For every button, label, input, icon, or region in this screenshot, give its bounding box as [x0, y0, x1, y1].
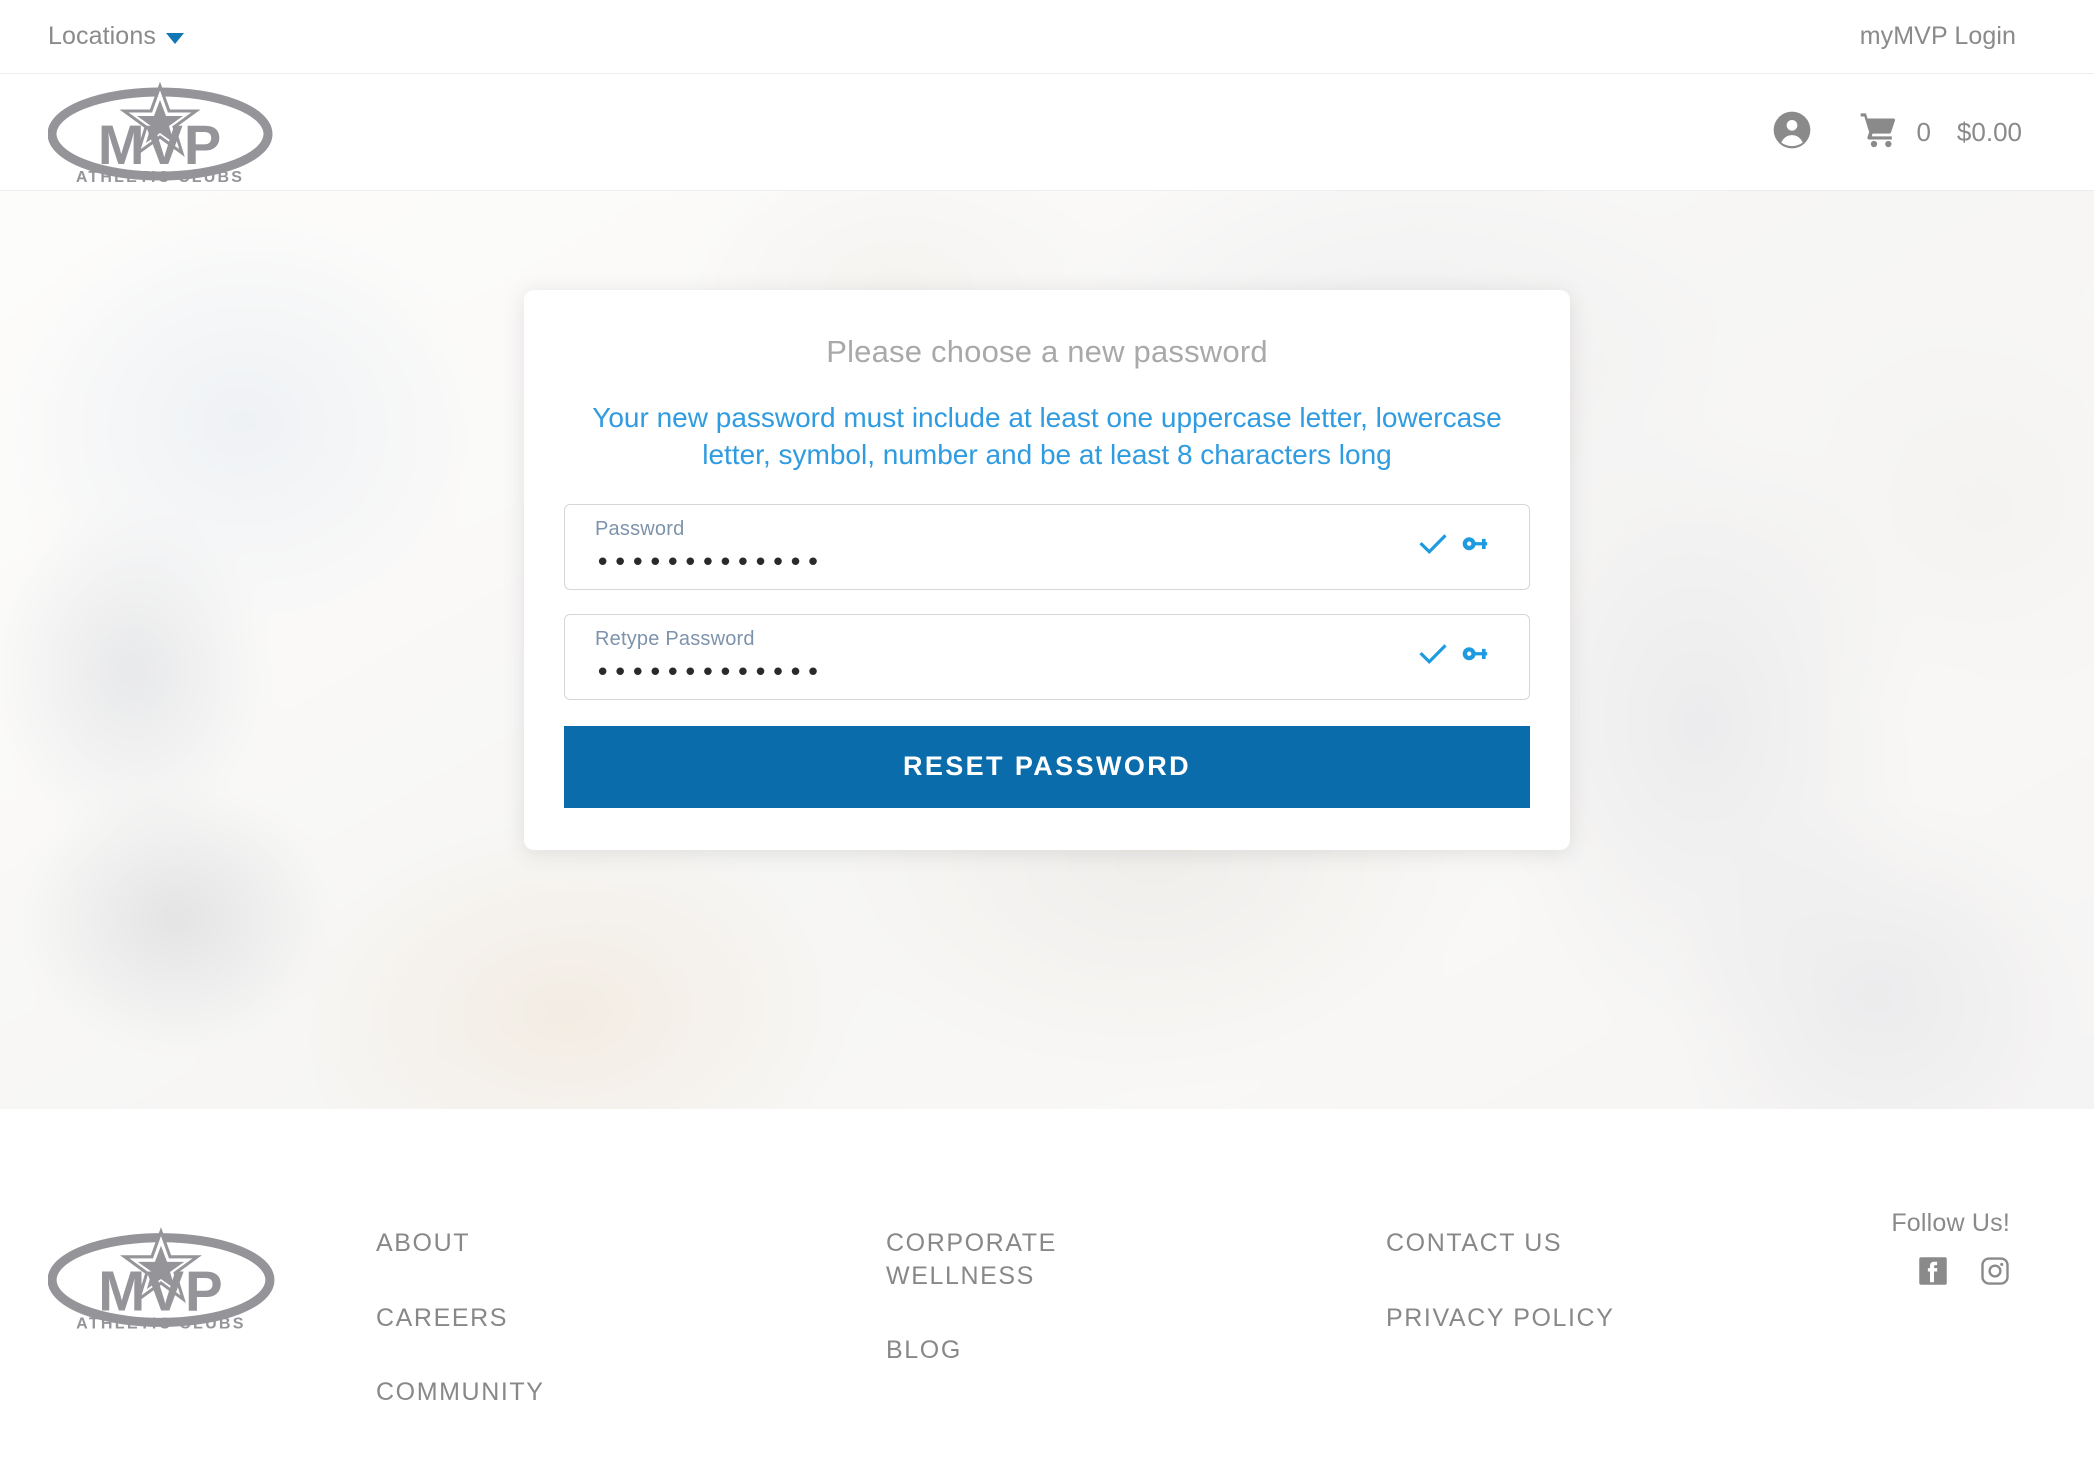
footer-link-blog[interactable]: BLOG [886, 1334, 1156, 1367]
footer-link-about[interactable]: ABOUT [376, 1227, 686, 1260]
social-links [1918, 1256, 2010, 1291]
checkmark-icon [1417, 638, 1449, 675]
hero-section: Please choose a new password Your new pa… [0, 191, 2094, 1109]
cart-widget[interactable]: 0 $0.00 [1858, 110, 2022, 155]
password-field-label: Password [595, 517, 685, 540]
password-field-icons [1417, 527, 1493, 566]
shopping-cart-icon [1858, 110, 1900, 155]
svg-text:ATHLETIC CLUBS: ATHLETIC CLUBS [76, 1314, 246, 1332]
main-header: MVP ATHLETIC CLUBS 0 $0.00 [0, 74, 2094, 191]
facebook-icon[interactable] [1918, 1256, 1948, 1291]
instagram-icon[interactable] [1980, 1256, 2010, 1291]
site-footer: MVP ATHLETIC CLUBS ABOUT CAREERS COMMUNI… [0, 1109, 2094, 1470]
retype-password-field-icons [1417, 637, 1493, 676]
page-root: Locations myMVP Login MVP ATHLETIC CLUBS [0, 0, 2094, 1471]
header-actions: 0 $0.00 [1772, 110, 2046, 155]
key-icon[interactable] [1459, 527, 1493, 566]
footer-logo[interactable]: MVP ATHLETIC CLUBS [47, 1191, 298, 1338]
mymvp-login-link[interactable]: myMVP Login [1860, 22, 2046, 51]
password-field[interactable]: Password ••••••••••••• [564, 503, 1530, 590]
footer-column-about: ABOUT CAREERS COMMUNITY [376, 1191, 886, 1409]
chevron-down-icon [165, 32, 184, 44]
footer-column-corporate: CORPORATE WELLNESS BLOG [886, 1191, 1386, 1367]
password-input[interactable]: ••••••••••••• [595, 550, 1507, 576]
password-requirements-text: Your new password must include at least … [592, 402, 1502, 470]
svg-text:MVP: MVP [98, 113, 222, 176]
footer-link-community[interactable]: COMMUNITY [376, 1376, 686, 1409]
reset-password-card: Please choose a new password Your new pa… [524, 290, 1570, 850]
locations-dropdown[interactable]: Locations [48, 22, 184, 51]
cart-total: $0.00 [1956, 116, 2022, 147]
svg-text:MVP: MVP [98, 1259, 223, 1322]
utility-bar: Locations myMVP Login [0, 0, 2094, 74]
footer-column-contact: CONTACT US PRIVACY POLICY [1386, 1191, 1856, 1334]
reset-password-button[interactable]: RESET PASSWORD [564, 725, 1530, 808]
follow-us-block: Follow Us! [1856, 1191, 2046, 1291]
svg-text:ATHLETIC CLUBS: ATHLETIC CLUBS [76, 169, 244, 186]
header-logo[interactable]: MVP ATHLETIC CLUBS [48, 78, 278, 186]
footer-link-contact-us[interactable]: CONTACT US [1386, 1227, 1696, 1260]
footer-link-careers[interactable]: CAREERS [376, 1302, 686, 1335]
footer-link-privacy-policy[interactable]: PRIVACY POLICY [1386, 1302, 1696, 1335]
account-icon[interactable] [1772, 110, 1812, 155]
retype-password-input[interactable]: ••••••••••••• [595, 660, 1507, 686]
retype-password-field[interactable]: Retype Password ••••••••••••• [564, 613, 1530, 700]
retype-password-field-label: Retype Password [595, 627, 755, 650]
locations-label: Locations [48, 22, 156, 50]
checkmark-icon [1417, 528, 1449, 565]
cart-count: 0 [1916, 116, 1931, 147]
footer-link-corporate-wellness[interactable]: CORPORATE WELLNESS [886, 1227, 1156, 1292]
card-title: Please choose a new password [826, 334, 1268, 369]
follow-us-title: Follow Us! [1891, 1209, 2010, 1237]
key-icon[interactable] [1459, 637, 1493, 676]
